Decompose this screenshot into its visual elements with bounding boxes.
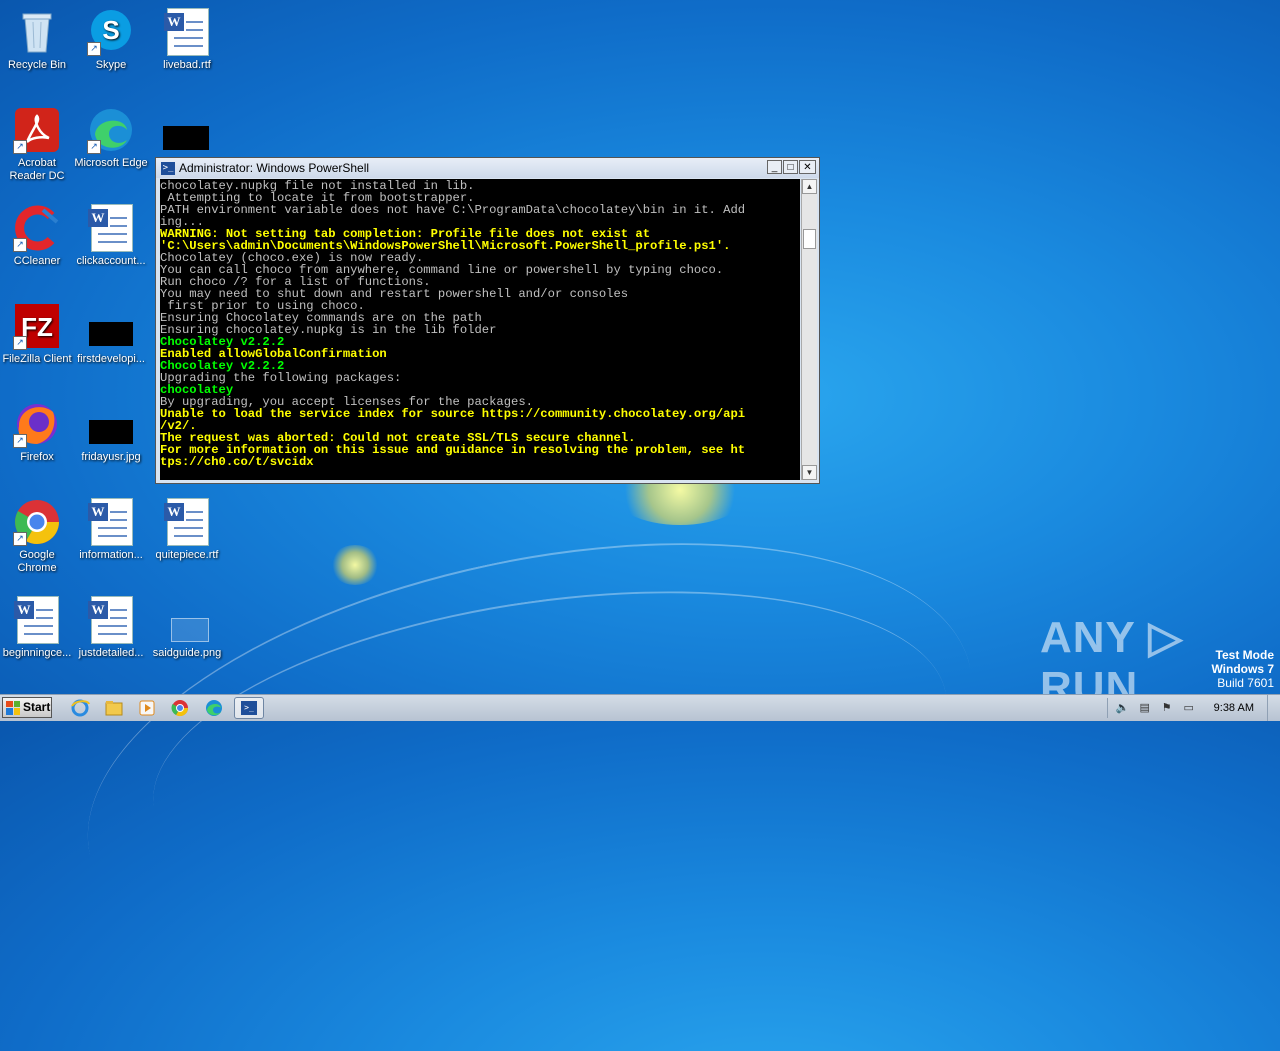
build-line: Build 7601 (1217, 676, 1274, 690)
show-desktop-button[interactable] (1267, 695, 1280, 721)
desktop-icon-label: Microsoft Edge (74, 157, 148, 169)
ccleaner-icon: ↗ (13, 204, 61, 252)
windows-logo-icon (6, 700, 20, 715)
console-line: tps://ch0.co/t/svcidx (160, 455, 314, 469)
notification-icon[interactable]: ▭ (1181, 700, 1197, 716)
image-thumbnail-icon (87, 302, 135, 350)
firefox-icon: ↗ (13, 400, 61, 448)
scrollbar-thumb[interactable] (803, 229, 816, 249)
chrome-icon: ↗ (13, 498, 61, 546)
desktop-icon-justdetailed[interactable]: W justdetailed... (74, 596, 148, 660)
maximize-button[interactable]: □ (783, 160, 798, 174)
network-icon[interactable]: ▤ (1137, 700, 1153, 716)
desktop-icon-google-chrome[interactable]: ↗ Google Chrome (0, 498, 74, 575)
scroll-up-arrow-icon[interactable]: ▲ (802, 179, 817, 194)
internet-explorer-icon[interactable] (70, 698, 90, 718)
action-center-flag-icon[interactable]: ⚑ (1159, 700, 1175, 716)
desktop-icon-livebad-rtf[interactable]: W livebad.rtf (150, 8, 224, 72)
desktop-icon-label: quitepiece.rtf (155, 549, 219, 561)
console-scrollbar[interactable]: ▲ ▼ (801, 179, 817, 480)
word-document-icon: W (163, 8, 211, 56)
shortcut-arrow-icon: ↗ (13, 238, 27, 252)
window-title: Administrator: Windows PowerShell (179, 161, 370, 175)
desktop-icon-quitepiece-rtf[interactable]: W quitepiece.rtf (150, 498, 224, 562)
shortcut-arrow-icon: ↗ (87, 42, 101, 56)
redacted-thumbnail (163, 126, 209, 150)
shortcut-arrow-icon: ↗ (13, 532, 27, 546)
powershell-window[interactable]: >_ Administrator: Windows PowerShell _ □… (155, 157, 820, 484)
edge-taskbar-icon[interactable] (204, 698, 224, 718)
console-line: Upgrading the following packages: (160, 371, 402, 385)
powershell-icon: >_ (161, 161, 175, 175)
desktop-icon-label: firstdevelopi... (77, 353, 145, 365)
desktop-icon-filezilla[interactable]: FZ ↗ FileZilla Client (0, 302, 74, 366)
desktop-icon-label: fridayusr.jpg (81, 451, 141, 463)
minimize-button[interactable]: _ (767, 160, 782, 174)
desktop-icon-information[interactable]: W information... (74, 498, 148, 562)
desktop-icon-firefox[interactable]: ↗ Firefox (0, 400, 74, 464)
desktop-icon-label: livebad.rtf (163, 59, 211, 71)
desktop-icon-label: justdetailed... (78, 647, 144, 659)
desktop-icon-label: Acrobat Reader DC (9, 157, 65, 182)
taskbar-clock[interactable]: 9:38 AM (1214, 702, 1254, 714)
console-line: Unable to load the service index for sou… (160, 407, 746, 421)
acrobat-icon: ↗ (13, 106, 61, 154)
console-output[interactable]: chocolatey.nupkg file not installed in l… (160, 179, 800, 480)
skype-icon: S ↗ (87, 8, 135, 56)
word-document-icon: W (13, 596, 61, 644)
shortcut-arrow-icon: ↗ (13, 434, 27, 448)
shortcut-arrow-icon: ↗ (13, 336, 27, 350)
desktop-icon-fridayusr-jpg[interactable]: fridayusr.jpg (74, 400, 148, 464)
powershell-icon: >_ (241, 701, 257, 715)
word-document-icon: W (87, 596, 135, 644)
desktop-icon-microsoft-edge[interactable]: ↗ Microsoft Edge (74, 106, 148, 170)
windows-version-line: Windows 7 (1211, 662, 1274, 676)
desktop-icon-label: FileZilla Client (2, 353, 72, 365)
chrome-taskbar-icon[interactable] (170, 698, 190, 718)
word-document-icon: W (87, 204, 135, 252)
desktop-icon-label: saidguide.png (152, 647, 222, 659)
desktop-icon-label: beginningce... (2, 647, 72, 659)
file-explorer-icon[interactable] (104, 698, 124, 718)
desktop-icon-clickaccount[interactable]: W clickaccount... (74, 204, 148, 268)
desktop-icon-label: CCleaner (13, 255, 61, 267)
volume-icon[interactable]: 🔈 (1115, 700, 1131, 716)
word-document-icon: W (87, 498, 135, 546)
close-button[interactable]: ✕ (799, 160, 816, 174)
desktop-icon-firstdevelopi[interactable]: firstdevelopi... (74, 302, 148, 366)
test-mode-line: Test Mode (1215, 648, 1274, 662)
start-button[interactable]: Start (2, 697, 52, 718)
desktop-icon-acrobat-reader[interactable]: ↗ Acrobat Reader DC (0, 106, 74, 183)
desktop-icon-ccleaner[interactable]: ↗ CCleaner (0, 204, 74, 268)
shortcut-arrow-icon: ↗ (13, 140, 27, 154)
test-mode-notice: Test Mode Windows 7 Build 7601 (1211, 648, 1274, 690)
desktop-icon-label: Recycle Bin (7, 59, 67, 71)
filezilla-icon: FZ ↗ (13, 302, 61, 350)
desktop-icon-label: Skype (95, 59, 127, 71)
recycle-bin-icon (13, 8, 61, 56)
edge-icon: ↗ (87, 106, 135, 154)
console-line: PATH environment variable does not have … (160, 203, 746, 217)
word-document-icon: W (163, 498, 211, 546)
system-tray: 🔈 ▤ ⚑ ▭ 9:38 AM (1103, 695, 1280, 721)
shortcut-arrow-icon: ↗ (87, 140, 101, 154)
desktop-icon-beginningce[interactable]: W beginningce... (0, 596, 74, 660)
desktop-icon-label: information... (79, 549, 143, 561)
svg-text:S: S (102, 15, 119, 45)
desktop-icon-label: clickaccount... (76, 255, 146, 267)
scroll-down-arrow-icon[interactable]: ▼ (802, 465, 817, 480)
desktop-icon-skype[interactable]: S ↗ Skype (74, 8, 148, 72)
media-player-icon[interactable] (137, 698, 157, 718)
start-label: Start (23, 700, 51, 714)
desktop-icon-label: Firefox (20, 451, 54, 463)
taskbar: Start >_ 🔈 ▤ ⚑ ▭ 9:38 AM (0, 694, 1280, 721)
image-file-icon (163, 596, 211, 644)
wallpaper-glow (330, 545, 380, 585)
desktop-icon-saidguide-png[interactable]: saidguide.png (150, 596, 224, 660)
desktop-icon-recycle-bin[interactable]: Recycle Bin (0, 8, 74, 72)
image-thumbnail-icon (87, 400, 135, 448)
window-titlebar[interactable]: >_ Administrator: Windows PowerShell _ □… (156, 158, 819, 178)
desktop-icon-label: Google Chrome (17, 549, 57, 574)
powershell-taskbar-button[interactable]: >_ (234, 697, 264, 719)
